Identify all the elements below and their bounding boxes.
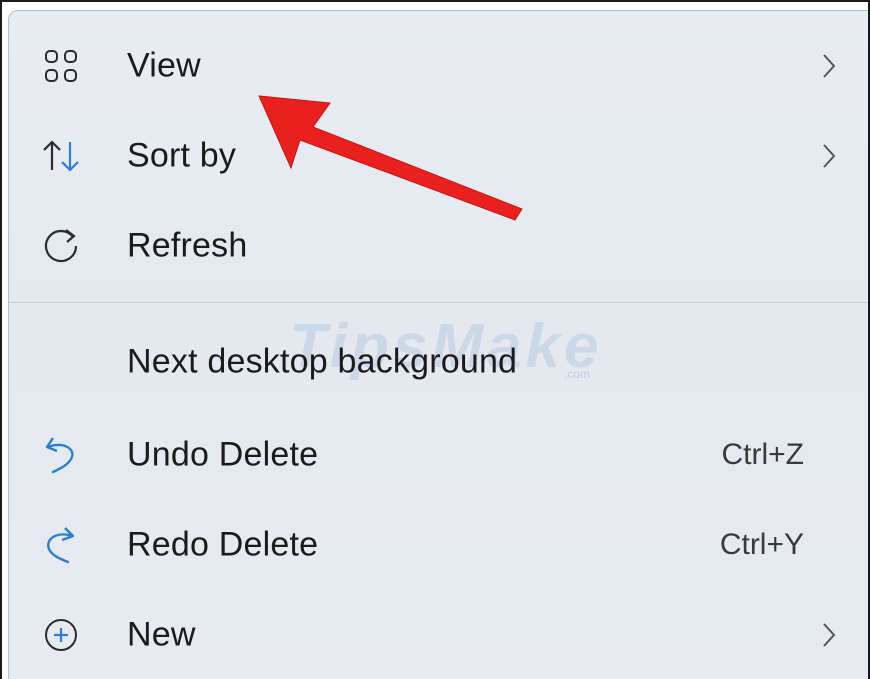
menu-item-label: Undo Delete <box>127 435 319 474</box>
redo-icon <box>41 525 81 565</box>
shortcut-text: Ctrl+Z <box>721 438 805 471</box>
menu-item-new[interactable]: New <box>9 595 868 675</box>
menu-item-label: Sort by <box>127 136 237 175</box>
menu-item-label: Redo Delete <box>127 525 319 564</box>
add-circle-icon <box>41 615 81 655</box>
chevron-right-icon <box>820 141 838 171</box>
view-grid-icon <box>41 46 81 86</box>
context-menu: View Sort by Refresh TipsMake .com Next … <box>8 10 868 679</box>
refresh-icon <box>41 226 81 266</box>
menu-item-view[interactable]: View <box>9 26 868 106</box>
shortcut-text: Ctrl+Y <box>719 528 804 561</box>
menu-item-label: Refresh <box>127 226 248 265</box>
menu-item-label: Next desktop background <box>127 342 518 381</box>
menu-item-sort-by[interactable]: Sort by <box>9 116 868 196</box>
menu-item-redo-delete[interactable]: Redo Delete Ctrl+Y <box>9 505 868 585</box>
menu-item-label: New <box>127 615 196 654</box>
menu-separator <box>9 302 868 303</box>
menu-item-refresh[interactable]: Refresh <box>9 206 868 286</box>
undo-icon <box>41 435 81 475</box>
menu-item-undo-delete[interactable]: Undo Delete Ctrl+Z <box>9 415 868 495</box>
sort-arrows-icon <box>41 136 81 176</box>
menu-item-label: View <box>127 46 201 85</box>
menu-item-next-desktop-background[interactable]: Next desktop background <box>9 322 868 402</box>
chevron-right-icon <box>820 51 838 81</box>
chevron-right-icon <box>820 620 838 650</box>
